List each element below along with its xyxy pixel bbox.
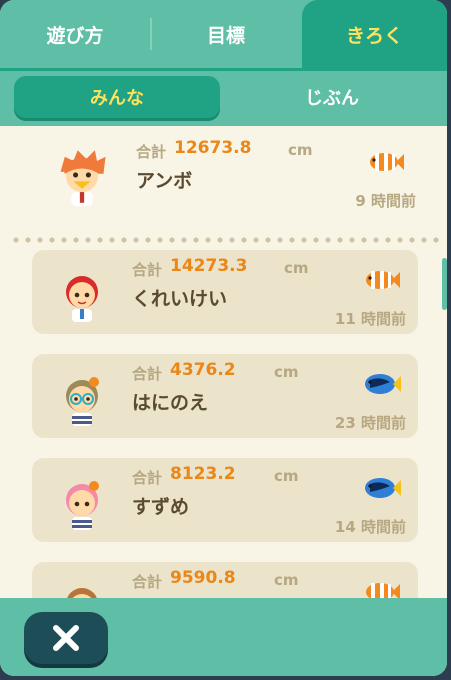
record-row[interactable]: 合計 8123.2 cm すずめ 14 時間前 <box>32 458 418 542</box>
tab-records[interactable]: きろく <box>302 0 447 68</box>
distance-unit: cm <box>274 363 299 381</box>
player-name: アンボ <box>136 170 193 192</box>
avatar <box>66 377 99 426</box>
time-ago: 14 時間前 <box>334 518 406 536</box>
distance-unit: cm <box>274 571 299 589</box>
divider-dots <box>10 237 440 243</box>
scrollbar-thumb[interactable] <box>442 258 447 310</box>
distance-value: 9590.8 <box>170 568 236 588</box>
time-ago: 23 時間前 <box>334 414 406 432</box>
total-label: 合計 <box>132 573 163 591</box>
close-button[interactable] <box>24 612 108 664</box>
clownfish-icon <box>366 271 400 289</box>
tab-how-to-play[interactable]: 遊び方 <box>0 0 150 68</box>
player-name: はにのえ <box>132 392 209 414</box>
segment-bar: みんな じぶん <box>0 68 447 126</box>
segment-mine[interactable]: じぶん <box>232 76 432 118</box>
avatar <box>67 588 97 598</box>
blue-tang-icon <box>365 374 401 394</box>
avatar <box>66 276 98 322</box>
clownfish-icon <box>366 583 400 598</box>
total-label: 合計 <box>132 261 163 279</box>
scrollbar-track[interactable] <box>441 126 447 598</box>
clownfish-icon <box>370 153 404 171</box>
records-list[interactable]: 合計 12673.8 cm アンボ 9 時間前 合計 14273.3 cm くれ… <box>0 126 447 598</box>
distance-value: 12673.8 <box>174 138 252 158</box>
tab-goals[interactable]: 目標 <box>150 0 302 68</box>
blue-tang-icon <box>365 478 401 498</box>
record-row[interactable]: 合計 14273.3 cm くれいけい 11 時間前 <box>32 250 418 334</box>
record-row[interactable]: 合計 4376.2 cm はにのえ 23 時間前 <box>32 354 418 438</box>
my-record-row[interactable]: 合計 12673.8 cm アンボ 9 時間前 <box>36 132 422 216</box>
segment-everyone[interactable]: みんな <box>14 76 220 118</box>
distance-unit: cm <box>274 467 299 485</box>
total-label: 合計 <box>136 143 167 161</box>
player-name: くれいけい <box>132 288 228 310</box>
distance-value: 8123.2 <box>170 464 236 484</box>
time-ago: 11 時間前 <box>334 310 406 328</box>
player-name: すずめ <box>132 496 190 518</box>
avatar <box>60 150 106 206</box>
footer-bar <box>0 598 447 676</box>
distance-unit: cm <box>284 259 309 277</box>
records-window: 遊び方 目標 きろく みんな じぶん 合計 12673.8 cm アンボ 9 時… <box>0 0 447 676</box>
close-icon <box>53 625 79 651</box>
total-label: 合計 <box>132 365 163 383</box>
distance-value: 14273.3 <box>170 256 248 276</box>
distance-unit: cm <box>288 141 313 159</box>
avatar <box>66 481 99 530</box>
record-row[interactable]: 合計 9590.8 cm <box>32 562 418 598</box>
distance-value: 4376.2 <box>170 360 236 380</box>
time-ago: 9 時間前 <box>355 192 416 210</box>
tab-bar: 遊び方 目標 きろく <box>0 0 447 68</box>
total-label: 合計 <box>132 469 163 487</box>
